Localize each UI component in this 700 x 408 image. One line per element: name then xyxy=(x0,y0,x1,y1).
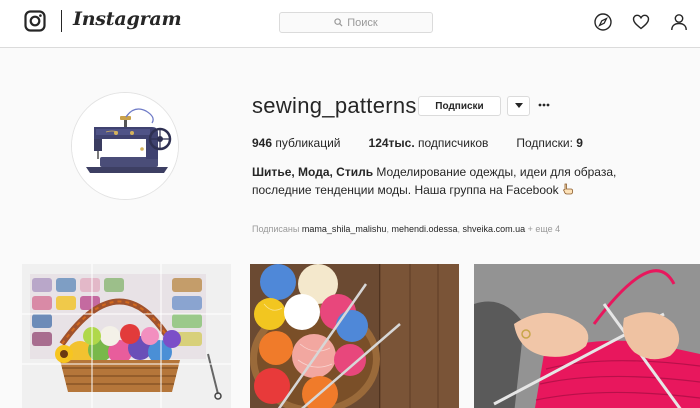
top-navigation-bar: Instagram Поиск xyxy=(0,0,700,48)
following-count: 9 xyxy=(576,136,583,150)
following-stat[interactable]: Подписки: 9 xyxy=(516,136,583,150)
followers-count: 124тыс. xyxy=(368,136,415,150)
followed-by-label: Подписаны xyxy=(252,224,300,234)
search-input[interactable]: Поиск xyxy=(279,12,433,33)
more-icon[interactable] xyxy=(538,103,550,107)
following-label: Подписки: xyxy=(516,136,573,150)
profile-stats: 946 публикаций 124тыс. подписчиков Подпи… xyxy=(252,136,611,150)
bio-name: Шитье, Мода, Стиль xyxy=(252,165,374,179)
search-placeholder: Поиск xyxy=(347,16,378,29)
suggestions-dropdown-button[interactable] xyxy=(507,96,530,116)
user-icon[interactable] xyxy=(670,13,688,31)
post-thumbnail[interactable] xyxy=(474,264,700,408)
compass-icon[interactable] xyxy=(594,13,612,31)
followed-by: Подписаны mama_shila_malishu, mehendi.od… xyxy=(252,224,561,234)
yarn-balls-photo xyxy=(250,264,459,408)
instagram-logo-icon[interactable] xyxy=(24,10,46,32)
followed-by-account[interactable]: mama_shila_malishu xyxy=(302,224,387,234)
search-icon xyxy=(334,18,343,27)
posts-label: публикаций xyxy=(275,136,341,150)
knitting-hands-photo xyxy=(474,264,700,408)
pointing-hand-icon xyxy=(562,183,573,195)
followed-by-account[interactable]: mehendi.odessa xyxy=(391,224,457,234)
subscribe-button[interactable]: Подписки xyxy=(418,96,501,116)
post-thumbnail[interactable] xyxy=(250,264,459,408)
post-thumbnail[interactable] xyxy=(22,264,231,408)
followed-by-more[interactable]: + еще 4 xyxy=(528,224,561,234)
posts-count: 946 xyxy=(252,136,273,150)
profile-username: sewing_patterns xyxy=(252,93,417,118)
posts-stat: 946 публикаций xyxy=(252,136,341,150)
logo-divider xyxy=(61,10,62,32)
sewing-machine-image xyxy=(72,93,178,199)
followers-label: подписчиков xyxy=(418,136,489,150)
instagram-wordmark[interactable]: Instagram xyxy=(73,8,182,30)
followed-by-account[interactable]: shveika.com.ua xyxy=(463,224,526,234)
yarn-basket-photo xyxy=(22,264,231,408)
followers-stat[interactable]: 124тыс. подписчиков xyxy=(369,136,489,150)
chevron-down-icon xyxy=(514,103,523,108)
profile-avatar[interactable] xyxy=(71,92,179,200)
profile-bio: Шитье, Мода, Стиль Моделирование одежды,… xyxy=(252,163,672,199)
heart-icon[interactable] xyxy=(632,13,650,31)
